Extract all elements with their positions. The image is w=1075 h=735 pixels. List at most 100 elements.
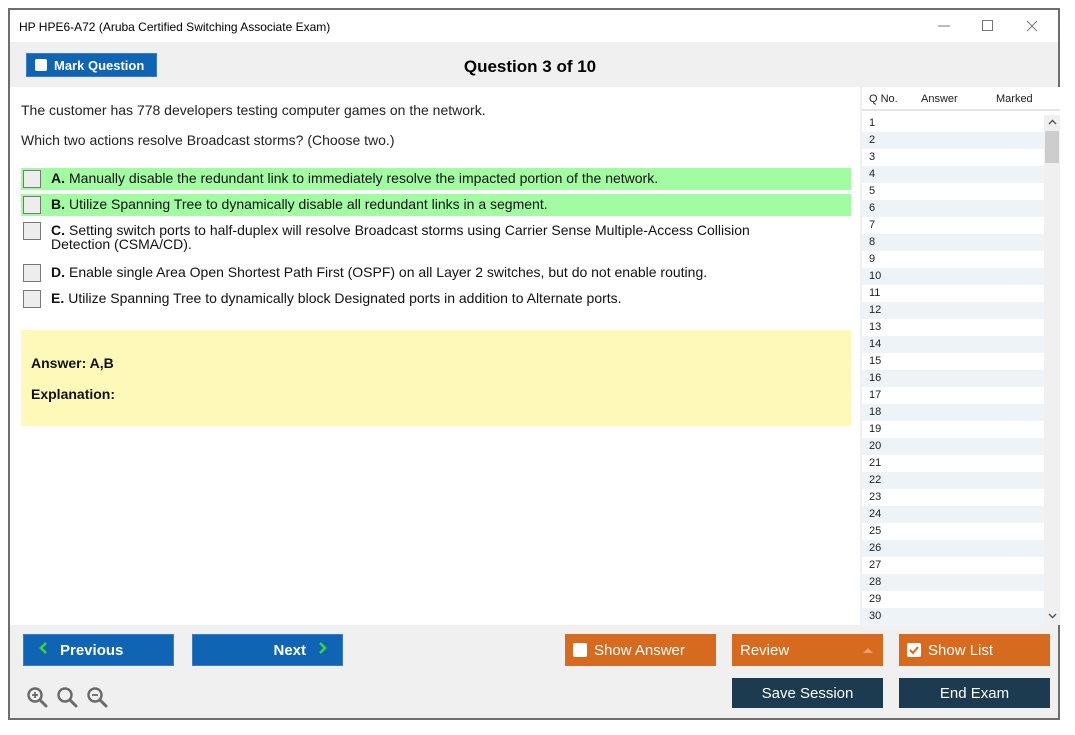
question-number: 15 xyxy=(869,355,882,367)
scrollbar-thumb[interactable] xyxy=(1045,131,1059,163)
zoom-controls xyxy=(26,686,108,708)
question-list-item[interactable]: 7 xyxy=(862,217,1044,234)
question-list-item[interactable]: 8 xyxy=(862,234,1044,251)
question-list-item[interactable]: 23 xyxy=(862,489,1044,506)
show-list-checkbox[interactable] xyxy=(907,643,921,657)
show-list-toggle[interactable]: Show List xyxy=(899,634,1050,666)
question-list-scrollbar[interactable] xyxy=(1044,115,1060,625)
option-c-checkbox[interactable] xyxy=(23,222,41,240)
question-list-item[interactable]: 30 xyxy=(862,608,1044,625)
question-number: 30 xyxy=(869,610,882,622)
question-list-item[interactable]: 28 xyxy=(862,574,1044,591)
question-list-item[interactable]: 4 xyxy=(862,166,1044,183)
minimize-button[interactable] xyxy=(924,14,964,38)
caret-up-icon xyxy=(863,648,873,653)
scroll-up-button[interactable] xyxy=(1044,115,1060,131)
column-answer[interactable]: Answer xyxy=(921,93,958,105)
question-list-item[interactable]: 12 xyxy=(862,302,1044,319)
question-list-item[interactable]: 17 xyxy=(862,387,1044,404)
toolbar: Mark Question Question 3 of 10 xyxy=(10,42,1058,87)
question-list-item[interactable]: 3 xyxy=(862,149,1044,166)
option-text: Utilize Spanning Tree to dynamically blo… xyxy=(68,290,622,306)
option-a-checkbox[interactable] xyxy=(23,170,41,188)
close-button[interactable] xyxy=(1012,14,1052,38)
question-list-item[interactable]: 21 xyxy=(862,455,1044,472)
question-list-item[interactable]: 29 xyxy=(862,591,1044,608)
column-marked[interactable]: Marked xyxy=(996,93,1033,105)
question-list-item[interactable]: 9 xyxy=(862,251,1044,268)
mark-question-checkbox[interactable] xyxy=(35,59,47,71)
chevron-down-icon xyxy=(1048,613,1056,619)
question-list-item[interactable]: 15 xyxy=(862,353,1044,370)
maximize-icon xyxy=(982,20,993,31)
question-list-item[interactable]: 16 xyxy=(862,370,1044,387)
question-list-item[interactable]: 1 xyxy=(862,115,1044,132)
question-list-rows: 1 2 3 4 5 6 7 8 9 10 11 12 13 14 15 16 17 18 19 20 21 22 23 24 2… xyxy=(862,115,1044,625)
option-letter: B. xyxy=(51,196,65,212)
question-number: 21 xyxy=(869,457,882,469)
show-answer-checkbox[interactable] xyxy=(573,643,587,657)
end-exam-button[interactable]: End Exam xyxy=(899,678,1050,708)
zoom-reset-icon[interactable] xyxy=(56,686,78,708)
chevron-right-icon xyxy=(318,640,328,660)
zoom-in-icon[interactable] xyxy=(26,686,48,708)
review-dropdown[interactable]: Review xyxy=(732,634,883,666)
option-d-checkbox[interactable] xyxy=(23,264,41,282)
question-list-item[interactable]: 18 xyxy=(862,404,1044,421)
question-list-item[interactable]: 25 xyxy=(862,523,1044,540)
show-answer-label: Show Answer xyxy=(594,641,685,659)
question-list-item[interactable]: 2 xyxy=(862,132,1044,149)
chevron-left-icon xyxy=(38,640,48,660)
question-number: 2 xyxy=(869,134,876,146)
option-e[interactable]: E. Utilize Spanning Tree to dynamically b… xyxy=(21,288,851,310)
question-number: 9 xyxy=(869,253,876,265)
end-exam-label: End Exam xyxy=(939,684,1010,702)
question-list-item[interactable]: 11 xyxy=(862,285,1044,302)
mark-question-button[interactable]: Mark Question xyxy=(26,53,157,77)
option-d[interactable]: D. Enable single Area Open Shortest Path … xyxy=(21,262,851,284)
question-list-item[interactable]: 26 xyxy=(862,540,1044,557)
question-list-item[interactable]: 24 xyxy=(862,506,1044,523)
show-answer-toggle[interactable]: Show Answer xyxy=(565,634,716,666)
question-number: 16 xyxy=(869,372,882,384)
question-number: 14 xyxy=(869,338,882,350)
answer-label: Answer: A,B xyxy=(31,355,114,371)
question-number: 12 xyxy=(869,304,882,316)
checkmark-icon xyxy=(909,646,919,655)
question-list-item[interactable]: 20 xyxy=(862,438,1044,455)
column-qno[interactable]: Q No. xyxy=(869,93,898,105)
next-label: Next xyxy=(273,641,306,659)
question-list-item[interactable]: 10 xyxy=(862,268,1044,285)
option-e-checkbox[interactable] xyxy=(23,290,41,308)
option-letter: E. xyxy=(51,290,65,306)
answer-panel: Answer: A,B Explanation: xyxy=(21,330,851,426)
question-list-item[interactable]: 22 xyxy=(862,472,1044,489)
question-list-item[interactable]: 27 xyxy=(862,557,1044,574)
question-list-header: Q No. Answer Marked xyxy=(862,87,1060,111)
option-text: Utilize Spanning Tree to dynamically dis… xyxy=(69,196,548,212)
next-button[interactable]: Next xyxy=(192,634,343,666)
chevron-up-icon xyxy=(1048,119,1056,125)
question-number: 1 xyxy=(869,117,876,129)
option-b[interactable]: B. Utilize Spanning Tree to dynamically d… xyxy=(21,194,851,216)
option-b-checkbox[interactable] xyxy=(23,196,41,214)
previous-button[interactable]: Previous xyxy=(23,634,174,666)
question-number: 11 xyxy=(869,287,881,299)
show-list-label: Show List xyxy=(928,641,994,659)
question-number: 6 xyxy=(869,202,876,214)
maximize-button[interactable] xyxy=(968,14,1008,38)
question-list-item[interactable]: 5 xyxy=(862,183,1044,200)
explanation-label: Explanation: xyxy=(31,386,116,402)
question-list-item[interactable]: 6 xyxy=(862,200,1044,217)
question-number: 5 xyxy=(869,185,876,197)
option-a[interactable]: A. Manually disable the redundant link to… xyxy=(21,168,851,190)
zoom-out-icon[interactable] xyxy=(86,686,108,708)
title-bar: HP HPE6-A72 (Aruba Certified Switching A… xyxy=(10,10,1058,42)
option-c[interactable]: C. Setting switch ports to half-duplex wi… xyxy=(21,220,851,251)
save-session-button[interactable]: Save Session xyxy=(732,678,883,708)
question-list-item[interactable]: 13 xyxy=(862,319,1044,336)
scroll-down-button[interactable] xyxy=(1044,609,1060,625)
question-number: 20 xyxy=(869,440,882,452)
question-list-item[interactable]: 14 xyxy=(862,336,1044,353)
question-list-item[interactable]: 19 xyxy=(862,421,1044,438)
